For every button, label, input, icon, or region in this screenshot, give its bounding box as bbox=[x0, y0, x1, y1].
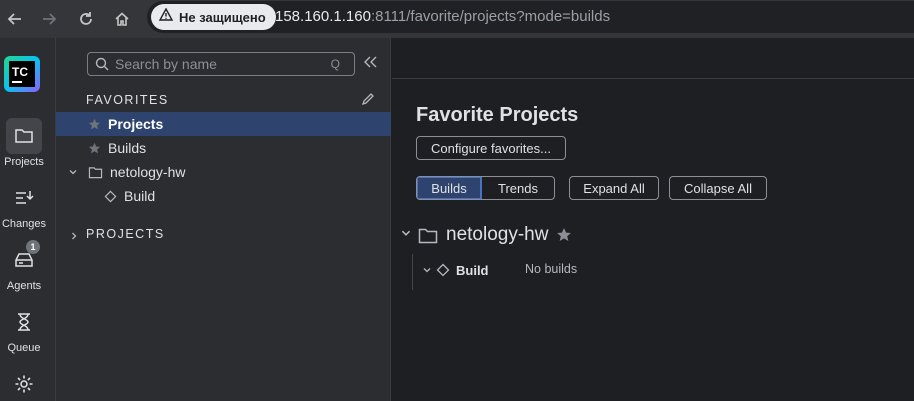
chevron-down-icon[interactable] bbox=[400, 226, 412, 244]
security-label: Не защищено bbox=[179, 9, 266, 25]
rail-item-changes[interactable]: Changes bbox=[0, 180, 48, 230]
warning-icon bbox=[158, 7, 174, 26]
projects-section-title[interactable]: PROJECTS bbox=[86, 227, 165, 241]
hourglass-icon bbox=[6, 304, 42, 340]
reload-icon[interactable] bbox=[76, 9, 96, 29]
tree-label: netology-hw bbox=[110, 164, 186, 180]
tree-label: Projects bbox=[108, 116, 164, 132]
changes-icon bbox=[6, 180, 42, 216]
url-host: 158.160.1.160 bbox=[275, 8, 371, 25]
tree-label: Build bbox=[124, 188, 156, 204]
folder-icon bbox=[6, 118, 42, 154]
browser-toolbar: Не защищено 158.160.1.160:8111/favorite/… bbox=[0, 0, 914, 38]
configure-favorites-button[interactable]: Configure favorites... bbox=[416, 136, 566, 160]
forward-icon[interactable] bbox=[39, 9, 59, 29]
build-name[interactable]: Build bbox=[456, 263, 489, 278]
rail-label-agents: Agents bbox=[6, 280, 42, 292]
agents-icon: 1 bbox=[6, 240, 42, 278]
search-icon bbox=[95, 57, 109, 76]
collapse-all-button[interactable]: Collapse All bbox=[669, 176, 767, 200]
url-text[interactable]: 158.160.1.160:8111/favorite/projects?mod… bbox=[275, 8, 610, 25]
search-placeholder: Search by name bbox=[115, 56, 217, 72]
teamcity-logo[interactable]: TC bbox=[4, 56, 40, 92]
favorites-title: FAVORITES bbox=[86, 93, 169, 107]
page-title: Favorite Projects bbox=[416, 104, 579, 126]
main-content: Favorite Projects Configure favorites...… bbox=[392, 38, 914, 401]
main-header-bar bbox=[392, 38, 914, 79]
tree-item-build[interactable]: Build bbox=[56, 184, 391, 208]
tree-item-builds[interactable]: Builds bbox=[56, 136, 391, 160]
rail-item-agents[interactable]: 1 Agents bbox=[0, 240, 48, 292]
chevron-down-icon[interactable] bbox=[422, 263, 432, 278]
tree-item-projects[interactable]: Projects bbox=[56, 112, 391, 136]
logo-text: TC bbox=[12, 65, 28, 79]
gear-icon bbox=[6, 366, 42, 401]
url-path: :8111/favorite/projects?mode=builds bbox=[370, 8, 611, 25]
sidebar: Search by name Q FAVORITES Projects Buil… bbox=[56, 38, 391, 401]
tree-guide-line bbox=[412, 254, 413, 290]
chevron-right-icon[interactable] bbox=[69, 228, 79, 246]
tab-trends[interactable]: Trends bbox=[482, 177, 554, 199]
rail-item-queue[interactable]: Queue bbox=[0, 304, 48, 354]
address-bar[interactable]: Не защищено 158.160.1.160:8111/favorite/… bbox=[147, 1, 914, 33]
collapse-sidebar-icon[interactable] bbox=[362, 54, 378, 70]
diamond-icon bbox=[104, 190, 118, 203]
star-icon bbox=[88, 118, 102, 131]
project-row: netology-hw bbox=[400, 221, 572, 249]
rail-label-changes: Changes bbox=[1, 218, 47, 230]
tab-builds[interactable]: Builds bbox=[417, 177, 482, 199]
agents-badge: 1 bbox=[26, 240, 40, 254]
view-mode-toggle: Builds Trends bbox=[416, 176, 555, 200]
chevron-down-icon[interactable] bbox=[68, 167, 80, 177]
diamond-icon bbox=[436, 263, 450, 277]
star-icon bbox=[88, 142, 102, 155]
star-icon[interactable] bbox=[556, 227, 572, 243]
home-icon[interactable] bbox=[112, 9, 132, 29]
rail-label-queue: Queue bbox=[7, 342, 41, 354]
security-chip[interactable]: Не защищено bbox=[151, 4, 276, 30]
rail-label-projects: Projects bbox=[4, 156, 44, 168]
search-hotkey: Q bbox=[330, 57, 340, 71]
search-input[interactable]: Search by name Q bbox=[87, 52, 355, 76]
project-name[interactable]: netology-hw bbox=[446, 224, 548, 246]
tree-item-netology-hw[interactable]: netology-hw bbox=[56, 160, 391, 184]
folder-icon bbox=[88, 166, 104, 179]
tree-label: Builds bbox=[108, 140, 147, 156]
folder-icon bbox=[418, 227, 438, 244]
back-icon[interactable] bbox=[5, 9, 25, 29]
nav-rail: TC Projects Changes 1 Agents Queue bbox=[0, 38, 56, 401]
rail-item-settings[interactable] bbox=[0, 366, 48, 401]
build-status: No builds bbox=[525, 262, 578, 276]
edit-icon[interactable] bbox=[361, 92, 375, 111]
build-row: Build bbox=[422, 260, 489, 280]
rail-item-projects[interactable]: Projects bbox=[0, 118, 48, 168]
expand-all-button[interactable]: Expand All bbox=[569, 176, 659, 200]
